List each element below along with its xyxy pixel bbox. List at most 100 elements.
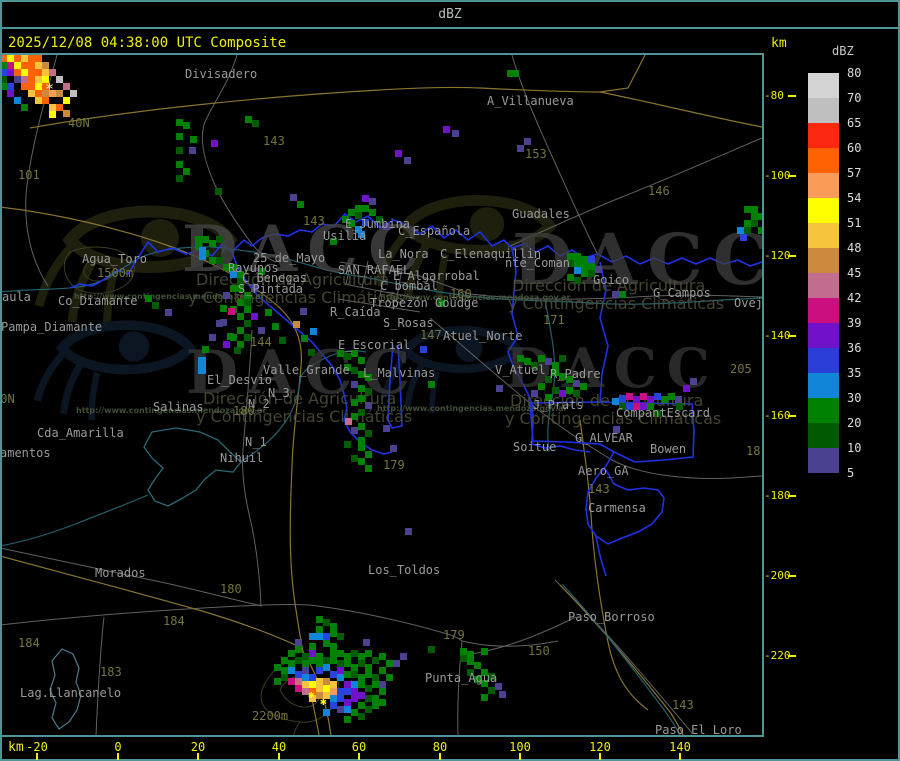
bottom-axis-tick bbox=[519, 753, 521, 760]
echo-cell bbox=[244, 320, 251, 327]
echo-cell bbox=[220, 319, 227, 326]
echo-cell bbox=[344, 681, 351, 688]
star-marker: ✱ bbox=[308, 688, 315, 701]
place-label: Usilia bbox=[323, 229, 367, 243]
echo-cell bbox=[365, 402, 372, 409]
echo-cell bbox=[195, 236, 202, 243]
echo-cell bbox=[330, 643, 337, 650]
echo-cell bbox=[574, 260, 581, 267]
place-label: R_Padre bbox=[550, 367, 601, 381]
right-axis-tick-label: -100 bbox=[764, 169, 791, 182]
star-marker: * bbox=[45, 80, 55, 98]
echo-cell bbox=[176, 133, 183, 140]
echo-cell bbox=[365, 664, 372, 671]
echo-cell bbox=[751, 213, 758, 220]
place-label: Lag.Llancanelo bbox=[20, 686, 122, 700]
echo-cell bbox=[365, 465, 372, 472]
place-label: Co_Diamante bbox=[58, 294, 138, 308]
echo-cell bbox=[330, 695, 337, 702]
echo-cell bbox=[28, 62, 35, 69]
place-label: Aero_GA bbox=[578, 464, 629, 478]
echo-cell bbox=[573, 390, 580, 397]
echo-cell bbox=[330, 650, 337, 657]
echo-cell bbox=[220, 305, 227, 312]
echo-cell bbox=[209, 257, 216, 264]
legend-value-label: 70 bbox=[847, 91, 862, 105]
echo-cell bbox=[661, 396, 668, 403]
legend-swatch bbox=[808, 73, 839, 98]
echo-cell bbox=[744, 206, 751, 213]
place-label: Salinas bbox=[153, 400, 204, 414]
echo-cell bbox=[358, 357, 365, 364]
road-label: 160 bbox=[450, 287, 472, 301]
echo-cell bbox=[365, 451, 372, 458]
echo-cell bbox=[2, 76, 7, 83]
legend-swatch bbox=[808, 98, 839, 123]
echo-cell bbox=[496, 385, 503, 392]
echo-cell bbox=[507, 70, 519, 77]
echo-cell bbox=[751, 206, 758, 213]
echo-cell bbox=[258, 327, 265, 334]
echo-cell bbox=[481, 694, 488, 701]
bottom-axis-tick-label: 40 bbox=[271, 740, 287, 754]
echo-cell bbox=[309, 633, 316, 640]
echo-cell bbox=[42, 69, 49, 76]
echo-cell bbox=[344, 699, 351, 706]
legend-value-label: 35 bbox=[847, 366, 862, 380]
echo-cell bbox=[309, 643, 316, 650]
echo-cell bbox=[309, 657, 316, 664]
legend-value-label: 65 bbox=[847, 116, 862, 130]
echo-cell bbox=[337, 674, 344, 681]
echo-cell bbox=[237, 327, 244, 334]
star-marker: ✱ bbox=[320, 695, 327, 708]
place-label: Los_Toldos bbox=[368, 563, 441, 577]
legend-value-label: 5 bbox=[847, 466, 855, 480]
right-axis-tick bbox=[788, 415, 796, 417]
echo-cell bbox=[344, 653, 351, 660]
echo-cell bbox=[309, 650, 316, 657]
echo-cell bbox=[351, 695, 358, 702]
echo-cell bbox=[198, 357, 206, 374]
legend-swatch bbox=[808, 348, 839, 373]
road-label: 183 bbox=[100, 665, 122, 679]
echo-cell bbox=[337, 650, 344, 657]
legend-value-label: 10 bbox=[847, 441, 862, 455]
echo-cell bbox=[28, 69, 35, 76]
echo-cell bbox=[35, 62, 42, 69]
place-label: Nihuil bbox=[220, 451, 264, 465]
echo-cell bbox=[365, 430, 372, 437]
road-label: 1500m bbox=[97, 266, 134, 280]
echo-cell bbox=[552, 387, 559, 394]
radar-map-canvas: DACC DACC DACC DACC Dirección de Agricul… bbox=[2, 55, 762, 735]
echo-cell bbox=[351, 688, 358, 695]
echo-cell bbox=[35, 55, 42, 62]
title-bar: dBZ bbox=[0, 0, 900, 27]
place-label: La_Nora bbox=[378, 247, 429, 261]
echo-cell bbox=[452, 130, 459, 137]
echo-cell bbox=[223, 341, 230, 348]
echo-cell bbox=[344, 671, 351, 678]
echo-cell bbox=[668, 393, 675, 400]
echo-cell bbox=[288, 650, 295, 657]
echo-cell bbox=[372, 702, 379, 709]
place-label: aula bbox=[2, 290, 31, 304]
echo-cell bbox=[351, 413, 358, 420]
echo-cell bbox=[395, 150, 402, 157]
echo-cell bbox=[323, 678, 330, 685]
echo-cell bbox=[14, 62, 21, 69]
echo-cell bbox=[358, 674, 365, 681]
echo-cell bbox=[559, 390, 566, 397]
echo-cell bbox=[619, 395, 626, 402]
echo-cell bbox=[42, 62, 49, 69]
echo-cell bbox=[21, 62, 28, 69]
bottom-axis-unit-label: km bbox=[8, 740, 24, 755]
echo-cell bbox=[344, 688, 351, 695]
echo-cell bbox=[28, 76, 35, 83]
right-axis-tick-label: -80 bbox=[764, 89, 784, 102]
echo-cell bbox=[49, 69, 56, 76]
echo-cell bbox=[202, 236, 209, 243]
echo-cell bbox=[42, 97, 49, 104]
legend-value-label: 57 bbox=[847, 166, 862, 180]
echo-cell bbox=[358, 681, 365, 688]
echo-cell bbox=[21, 83, 28, 90]
